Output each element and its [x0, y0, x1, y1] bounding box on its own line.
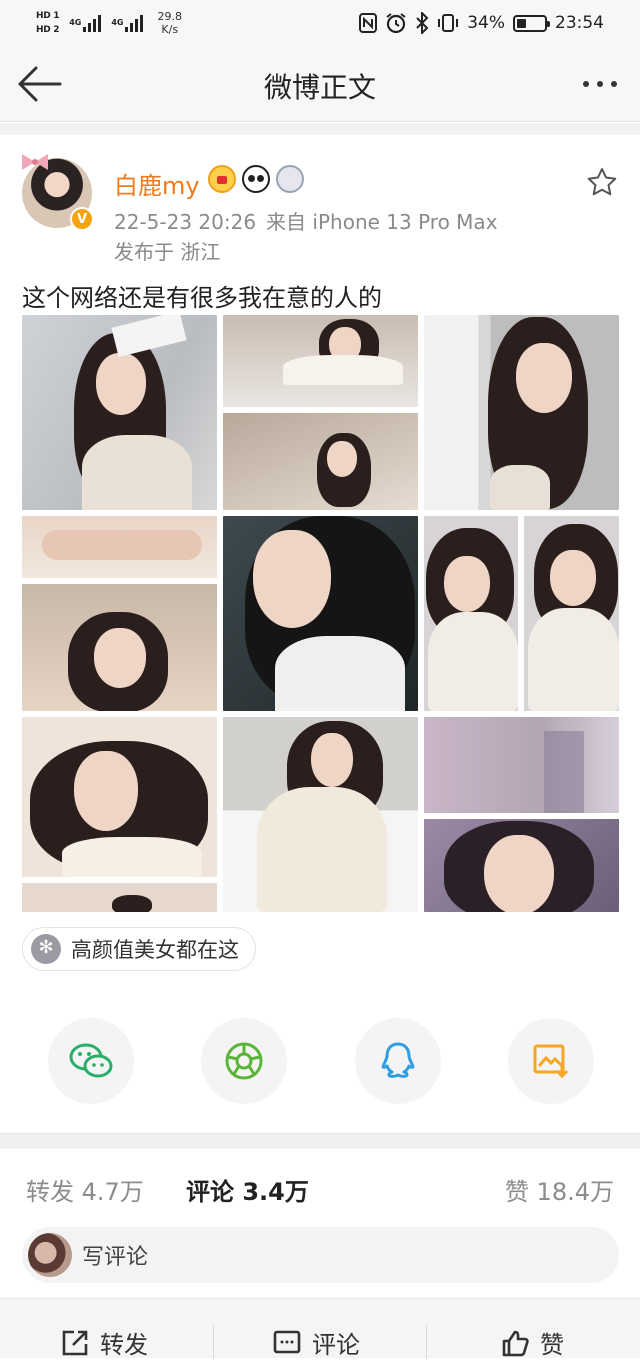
share-row: [48, 1018, 594, 1104]
status-right: 34% 23:54: [359, 10, 604, 36]
sim1-label: HD 1: [36, 10, 60, 21]
repost-icon: [62, 1330, 88, 1355]
share-qq-button[interactable]: [354, 1018, 441, 1104]
repost-button[interactable]: 转发: [60, 1325, 148, 1360]
photo-grid: [22, 315, 619, 912]
photo-1[interactable]: [22, 315, 217, 510]
medal-icon: [276, 165, 304, 193]
save-image-button[interactable]: [507, 1018, 594, 1104]
photo-3[interactable]: [424, 315, 619, 510]
battery-fill: [517, 18, 526, 28]
post-meta: 22-5-23 20:26 来自 iPhone 13 Pro Max: [114, 206, 498, 235]
toolbar-divider: [426, 1325, 427, 1359]
vibrate-icon: [438, 14, 459, 32]
share-wechat-button[interactable]: [48, 1018, 134, 1104]
user-badges: [208, 165, 304, 193]
moments-icon: [225, 1042, 263, 1080]
comment-button[interactable]: 评论: [272, 1325, 360, 1360]
bow-decoration-icon: [22, 154, 48, 170]
crown-icon: [208, 165, 236, 193]
signal-1: 4G: [69, 14, 102, 32]
battery-icon: [513, 14, 550, 32]
signal1-label: 4G: [69, 18, 82, 27]
net-speed-value: 29.8: [157, 10, 182, 23]
photo-7[interactable]: [22, 717, 217, 912]
repost-label: 转发: [100, 1331, 148, 1359]
section-divider: [0, 123, 640, 135]
battery-percent: 34%: [467, 13, 505, 33]
qq-icon: [381, 1042, 415, 1078]
page-title: 微博正文: [263, 71, 376, 104]
share-moments-button[interactable]: [201, 1018, 288, 1104]
photo-6[interactable]: [424, 516, 619, 711]
favorite-button[interactable]: [586, 166, 618, 198]
photo-8[interactable]: [223, 717, 418, 912]
status-bar: HD 1 HD 2 4G 4G 29.8 K/s 34% 23:54: [0, 0, 640, 46]
post-text: 这个网络还是有很多我在意的人的: [22, 284, 382, 312]
alarm-icon: [386, 13, 406, 34]
section-divider: [0, 1133, 640, 1149]
like-label: 赞: [540, 1331, 564, 1359]
more-dots-icon: [583, 81, 589, 87]
sim2-label: HD 2: [36, 24, 60, 35]
wechat-icon: [69, 1043, 113, 1078]
bluetooth-icon: [416, 12, 429, 34]
signal-bars-icon: [125, 14, 144, 32]
panda-icon: [242, 165, 270, 193]
post-time: 22-5-23 20:26: [114, 210, 257, 234]
topic-label: 高颜值美女都在这: [71, 938, 239, 962]
my-avatar: [28, 1233, 72, 1277]
sim-indicators: HD 1 HD 2: [36, 10, 60, 36]
stats-bar: 转发 4.7万 评论 3.4万 赞 18.4万: [26, 1172, 614, 1212]
username[interactable]: 白鹿my: [114, 166, 200, 201]
signal-bars-icon: [83, 14, 102, 32]
verified-badge: V: [70, 207, 94, 231]
topic-icon: [31, 934, 61, 964]
net-speed-unit: K/s: [161, 23, 179, 36]
comment-label: 评论: [312, 1331, 360, 1359]
photo-5[interactable]: [223, 516, 418, 711]
like-count-tab[interactable]: 赞 18.4万: [505, 1172, 614, 1207]
topic-tag[interactable]: 高颜值美女都在这: [22, 927, 256, 971]
like-button[interactable]: 赞: [500, 1325, 564, 1360]
photo-9[interactable]: [424, 717, 619, 912]
comment-input[interactable]: 写评论: [22, 1227, 619, 1283]
star-icon: [587, 168, 617, 196]
photo-2[interactable]: [223, 315, 418, 510]
nav-header: 微博正文: [0, 46, 640, 122]
network-speed: 29.8 K/s: [157, 10, 182, 36]
comment-icon: [273, 1330, 301, 1353]
post-location: 发布于 浙江: [114, 240, 221, 264]
photo-4[interactable]: [22, 516, 217, 711]
comment-count-tab[interactable]: 评论 3.4万: [186, 1172, 309, 1207]
save-image-icon: [533, 1044, 569, 1079]
clock: 23:54: [555, 13, 604, 33]
signal2-label: 4G: [111, 18, 124, 27]
thumbs-up-icon: [502, 1330, 529, 1356]
comment-placeholder: 写评论: [82, 1245, 149, 1270]
signal-2: 4G: [111, 14, 144, 32]
repost-count-tab[interactable]: 转发 4.7万: [26, 1172, 144, 1207]
more-button[interactable]: [578, 72, 622, 96]
post-source: 来自 iPhone 13 Pro Max: [266, 210, 498, 234]
bottom-toolbar: 转发 评论 赞: [0, 1298, 640, 1360]
status-left: HD 1 HD 2 4G 4G 29.8 K/s: [36, 6, 182, 40]
nfc-icon: [359, 13, 378, 33]
toolbar-divider: [213, 1325, 214, 1359]
